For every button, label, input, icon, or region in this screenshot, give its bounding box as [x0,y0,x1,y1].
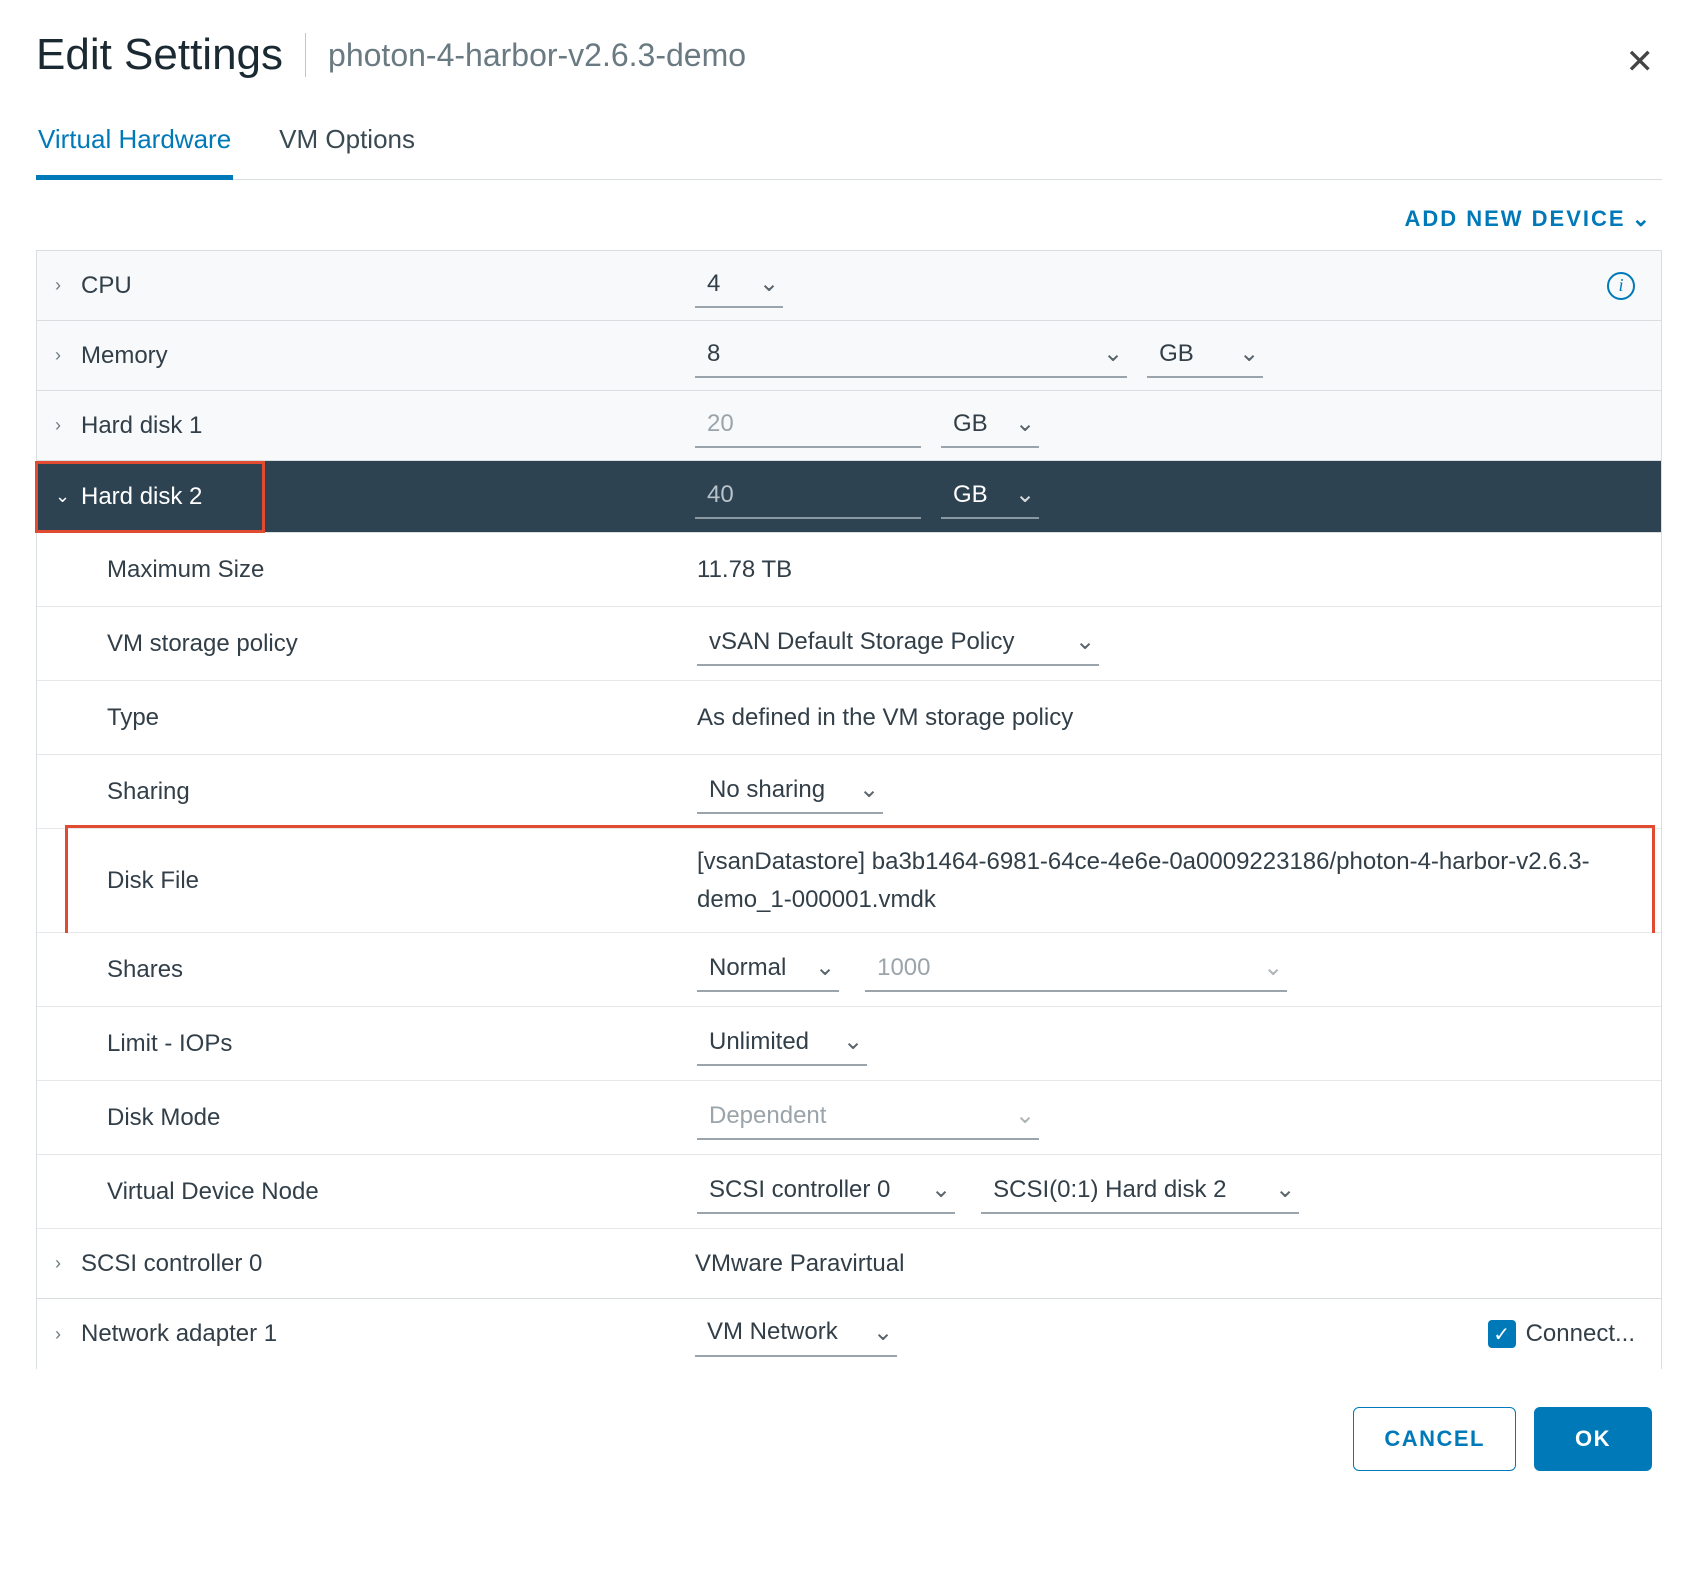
chevron-down-icon: ⌄ [931,1175,951,1204]
shares-level-select[interactable]: Normal⌄ [697,947,839,992]
chevron-down-icon: ⌄ [1015,409,1035,438]
tab-virtual-hardware[interactable]: Virtual Hardware [36,114,233,180]
disk-mode-select[interactable]: Dependent⌄ [697,1095,1039,1140]
sharing-select[interactable]: No sharing⌄ [697,769,883,814]
chevron-right-icon: › [55,415,81,436]
add-new-device-label: ADD NEW DEVICE⌄ [1404,206,1652,231]
chevron-down-icon: ⌄ [1275,1175,1295,1204]
mode-label: Disk Mode [107,1104,697,1132]
storage-policy-select[interactable]: vSAN Default Storage Policy⌄ [697,621,1099,666]
chevron-right-icon: › [55,345,81,366]
hd2-disk-file: Disk File [vsanDatastore] ba3b1464-6981-… [37,829,1661,933]
memory-label: Memory [81,342,168,370]
hd1-label: Hard disk 1 [81,412,202,440]
chevron-down-icon: ⌄ [55,486,81,507]
row-memory[interactable]: ›Memory 8⌄ GB⌄ [37,321,1661,391]
cpu-label: CPU [81,272,132,300]
policy-label: VM storage policy [107,630,697,658]
chevron-right-icon: › [55,1253,81,1274]
chevron-down-icon: ⌄ [873,1318,893,1347]
hd2-unit-select[interactable]: GB⌄ [941,474,1039,519]
checkbox-checked-icon[interactable]: ✓ [1488,1320,1516,1348]
chevron-down-icon: ⌄ [1263,953,1283,982]
cpu-select[interactable]: 4⌄ [695,263,783,308]
tab-bar: Virtual Hardware VM Options [36,114,1662,180]
scsi0-value: VMware Paravirtual [695,1250,1639,1278]
net1-label: Network adapter 1 [81,1320,277,1348]
chevron-down-icon: ⌄ [859,775,879,804]
scsi-slot-select[interactable]: SCSI(0:1) Hard disk 2⌄ [981,1169,1299,1214]
hd2-shares: Shares Normal⌄ 1000⌄ [37,933,1661,1007]
chevron-down-icon: ⌄ [1015,1101,1035,1130]
row-cpu[interactable]: ›CPU 4⌄ i [37,251,1661,321]
chevron-down-icon: ⌄ [843,1027,863,1056]
row-network-adapter-1[interactable]: ›Network adapter 1 VM Network⌄ ✓ Connect… [37,1299,1661,1369]
hd2-sharing: Sharing No sharing⌄ [37,755,1661,829]
type-value: As defined in the VM storage policy [697,704,1639,732]
hd2-limit-iops: Limit - IOPs Unlimited⌄ [37,1007,1661,1081]
disk-file-value: [vsanDatastore] ba3b1464-6981-64ce-4e6e-… [697,843,1639,917]
chevron-down-icon: ⌄ [1015,480,1035,509]
max-size-value: 11.78 TB [697,556,1639,584]
shares-value-select[interactable]: 1000⌄ [865,947,1287,992]
hardware-grid: ›CPU 4⌄ i ›Memory 8⌄ GB⌄ ›Hard disk 1 20… [36,250,1662,1369]
hd2-label: Hard disk 2 [81,483,202,511]
chevron-down-icon: ⌄ [1103,339,1123,368]
dialog-title: Edit Settings [36,30,283,80]
dialog-header: Edit Settings photon-4-harbor-v2.6.3-dem… [36,30,1662,80]
row-hard-disk-1[interactable]: ›Hard disk 1 20 GB⌄ [37,391,1661,461]
vm-name: photon-4-harbor-v2.6.3-demo [328,37,746,74]
connect-label: Connect... [1526,1320,1635,1348]
memory-value-select[interactable]: 8⌄ [695,333,1127,378]
row-hard-disk-2[interactable]: ⌄Hard disk 2 40 GB⌄ [37,461,1661,533]
sharing-label: Sharing [107,778,697,806]
hd2-size-input[interactable]: 40 [695,475,921,519]
limit-iops-select[interactable]: Unlimited⌄ [697,1021,867,1066]
close-icon[interactable]: ✕ [1626,42,1655,82]
chevron-down-icon: ⌄ [759,269,779,298]
edit-settings-dialog: ✕ Edit Settings photon-4-harbor-v2.6.3-d… [0,0,1698,1501]
chevron-down-icon: ⌄ [1632,206,1652,231]
controller-select[interactable]: SCSI controller 0⌄ [697,1169,955,1214]
hd1-unit-select[interactable]: GB⌄ [941,403,1039,448]
hd2-type: Type As defined in the VM storage policy [37,681,1661,755]
dialog-footer: CANCEL OK [36,1369,1662,1471]
limit-label: Limit - IOPs [107,1030,697,1058]
hd2-storage-policy: VM storage policy vSAN Default Storage P… [37,607,1661,681]
cancel-button[interactable]: CANCEL [1353,1407,1516,1471]
type-label: Type [107,704,697,732]
hd1-size-input[interactable]: 20 [695,404,921,448]
disk-file-label: Disk File [107,867,697,895]
node-label: Virtual Device Node [107,1178,697,1206]
info-icon[interactable]: i [1607,272,1635,300]
chevron-down-icon: ⌄ [1239,339,1259,368]
ok-button[interactable]: OK [1534,1407,1652,1471]
header-divider [305,33,306,77]
scsi0-label: SCSI controller 0 [81,1250,262,1278]
chevron-down-icon: ⌄ [815,953,835,982]
chevron-right-icon: › [55,275,81,296]
add-new-device[interactable]: ADD NEW DEVICE⌄ [36,192,1662,250]
max-size-label: Maximum Size [107,556,697,584]
memory-unit-select[interactable]: GB⌄ [1147,333,1263,378]
connect-checkbox-group[interactable]: ✓ Connect... [1488,1320,1635,1348]
network-select[interactable]: VM Network⌄ [695,1312,897,1357]
row-scsi-controller-0[interactable]: ›SCSI controller 0 VMware Paravirtual [37,1229,1661,1299]
hd2-virtual-device-node: Virtual Device Node SCSI controller 0⌄ S… [37,1155,1661,1229]
hd2-maximum-size: Maximum Size 11.78 TB [37,533,1661,607]
shares-label: Shares [107,956,697,984]
tab-vm-options[interactable]: VM Options [277,114,417,179]
hd2-disk-mode: Disk Mode Dependent⌄ [37,1081,1661,1155]
chevron-right-icon: › [55,1324,81,1345]
chevron-down-icon: ⌄ [1075,627,1095,656]
